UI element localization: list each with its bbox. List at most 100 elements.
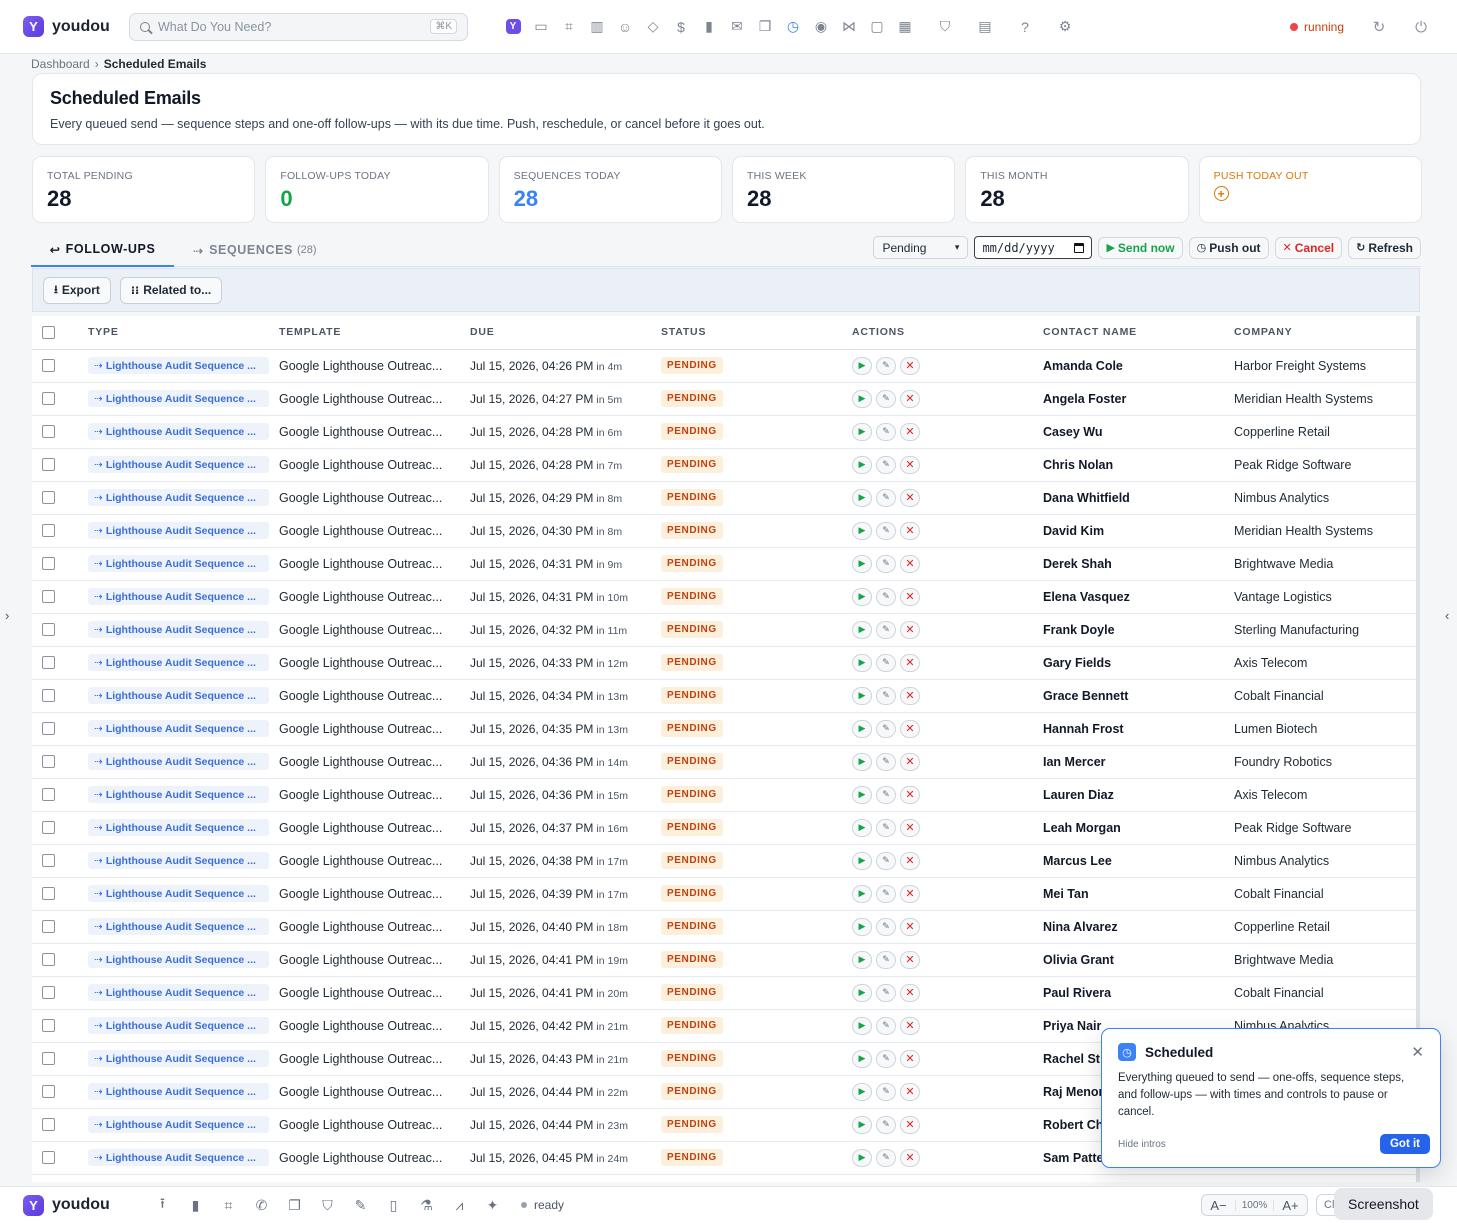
search-input[interactable]: What Do You Need? ⌘K bbox=[129, 12, 468, 41]
type-badge[interactable]: ⇢ Lighthouse Audit Sequence ... bbox=[88, 819, 269, 836]
send-now-icon[interactable]: ▶ bbox=[852, 983, 872, 1002]
edit-icon[interactable]: ✎ bbox=[876, 554, 896, 573]
edit-icon[interactable]: ✎ bbox=[876, 983, 896, 1002]
push-out-button[interactable]: ◷ Push out bbox=[1188, 236, 1269, 259]
edit-icon[interactable]: ✎ bbox=[876, 884, 896, 903]
contact-cell[interactable]: Grace Bennett bbox=[1043, 679, 1234, 713]
edit-icon[interactable]: ✎ bbox=[876, 686, 896, 705]
send-now-icon[interactable]: ▶ bbox=[852, 488, 872, 507]
contact-cell[interactable]: Mei Tan bbox=[1043, 877, 1234, 911]
edit-icon[interactable]: ✎ bbox=[876, 1148, 896, 1167]
send-now-icon[interactable]: ▶ bbox=[852, 686, 872, 705]
template-cell[interactable]: Google Lighthouse Outreac... bbox=[279, 547, 470, 581]
type-badge[interactable]: ⇢ Lighthouse Audit Sequence ... bbox=[88, 951, 269, 968]
related-to-button[interactable]: ⁝⁝ Related to... bbox=[119, 276, 223, 304]
send-now-icon[interactable]: ▶ bbox=[852, 620, 872, 639]
type-badge[interactable]: ⇢ Lighthouse Audit Sequence ... bbox=[88, 1017, 269, 1034]
zoom-out-button[interactable]: A− bbox=[1202, 1198, 1235, 1213]
type-badge[interactable]: ⇢ Lighthouse Audit Sequence ... bbox=[88, 720, 269, 737]
template-cell[interactable]: Google Lighthouse Outreac... bbox=[279, 877, 470, 911]
push-today-out-button[interactable]: PUSH TODAY OUT + bbox=[1198, 156, 1422, 223]
company-cell[interactable]: Meridian Health Systems bbox=[1234, 382, 1417, 416]
type-badge[interactable]: ⇢ Lighthouse Audit Sequence ... bbox=[88, 852, 269, 869]
help-icon[interactable]: ? bbox=[1011, 13, 1039, 41]
template-cell[interactable]: Google Lighthouse Outreac... bbox=[279, 811, 470, 845]
template-cell[interactable]: Google Lighthouse Outreac... bbox=[279, 1075, 470, 1109]
sparkle-icon[interactable]: ✦ bbox=[476, 1191, 509, 1219]
send-now-icon[interactable]: ▶ bbox=[852, 1016, 872, 1035]
contact-cell[interactable]: Derek Shah bbox=[1043, 547, 1234, 581]
table-row[interactable]: ⇢ Lighthouse Audit Sequence ... Google Lig… bbox=[32, 745, 1417, 779]
send-now-icon[interactable]: ▶ bbox=[852, 1115, 872, 1134]
edit-icon[interactable]: ✎ bbox=[876, 1016, 896, 1035]
contact-cell[interactable]: Casey Wu bbox=[1043, 415, 1234, 449]
company-cell[interactable]: Axis Telecom bbox=[1234, 778, 1417, 812]
template-cell[interactable]: Google Lighthouse Outreac... bbox=[279, 910, 470, 944]
contact-cell[interactable]: Paul Rivera bbox=[1043, 976, 1234, 1010]
clipboard-icon[interactable]: ▤ bbox=[971, 13, 999, 41]
stat-sequences-today[interactable]: SEQUENCES TODAY 28 bbox=[498, 156, 722, 223]
type-badge[interactable]: ⇢ Lighthouse Audit Sequence ... bbox=[88, 489, 269, 506]
company-cell[interactable]: Harbor Freight Systems bbox=[1234, 349, 1417, 383]
row-checkbox[interactable] bbox=[42, 887, 55, 900]
template-cell[interactable]: Google Lighthouse Outreac... bbox=[279, 1108, 470, 1142]
type-badge[interactable]: ⇢ Lighthouse Audit Sequence ... bbox=[88, 885, 269, 902]
type-badge[interactable]: ⇢ Lighthouse Audit Sequence ... bbox=[88, 654, 269, 671]
cancel-icon[interactable]: ✕ bbox=[900, 422, 920, 441]
send-now-icon[interactable]: ▶ bbox=[852, 587, 872, 606]
cancel-icon[interactable]: ✕ bbox=[900, 587, 920, 606]
contact-cell[interactable]: David Kim bbox=[1043, 514, 1234, 548]
cancel-icon[interactable]: ✕ bbox=[900, 554, 920, 573]
inbox-icon[interactable]: ▭ bbox=[527, 13, 555, 41]
apps-grid-icon[interactable]: ⌗ bbox=[555, 13, 583, 41]
send-now-icon[interactable]: ▶ bbox=[852, 455, 872, 474]
type-badge[interactable]: ⇢ Lighthouse Audit Sequence ... bbox=[88, 918, 269, 935]
send-now-icon[interactable]: ▶ bbox=[852, 884, 872, 903]
send-now-icon[interactable]: ▶ bbox=[852, 851, 872, 870]
building-icon[interactable]: ▥ bbox=[583, 13, 611, 41]
line-chart-icon[interactable]: ⩘ bbox=[443, 1191, 476, 1219]
row-checkbox[interactable] bbox=[42, 1118, 55, 1131]
contact-cell[interactable]: Ian Mercer bbox=[1043, 745, 1234, 779]
edit-icon[interactable]: ✎ bbox=[876, 1082, 896, 1101]
template-cell[interactable]: Google Lighthouse Outreac... bbox=[279, 943, 470, 977]
template-cell[interactable]: Google Lighthouse Outreac... bbox=[279, 1009, 470, 1043]
row-checkbox[interactable] bbox=[42, 821, 55, 834]
cancel-icon[interactable]: ✕ bbox=[900, 389, 920, 408]
row-checkbox[interactable] bbox=[42, 656, 55, 669]
row-checkbox[interactable] bbox=[42, 953, 55, 966]
cancel-icon[interactable]: ✕ bbox=[900, 917, 920, 936]
stat-this-week[interactable]: THIS WEEK 28 bbox=[731, 156, 956, 223]
contact-cell[interactable]: Marcus Lee bbox=[1043, 844, 1234, 878]
send-now-icon[interactable]: ▶ bbox=[852, 1148, 872, 1167]
type-badge[interactable]: ⇢ Lighthouse Audit Sequence ... bbox=[88, 621, 269, 638]
table-row[interactable]: ⇢ Lighthouse Audit Sequence ... Google Lig… bbox=[32, 481, 1417, 515]
company-cell[interactable]: Brightwave Media bbox=[1234, 943, 1417, 977]
mail-icon[interactable]: ✉ bbox=[723, 13, 751, 41]
type-badge[interactable]: ⇢ Lighthouse Audit Sequence ... bbox=[88, 1083, 269, 1100]
edit-icon[interactable]: ✎ bbox=[876, 785, 896, 804]
cancel-icon[interactable]: ✕ bbox=[900, 851, 920, 870]
type-badge[interactable]: ⇢ Lighthouse Audit Sequence ... bbox=[88, 786, 269, 803]
table-row[interactable]: ⇢ Lighthouse Audit Sequence ... Google Lig… bbox=[32, 811, 1417, 845]
table-row[interactable]: ⇢ Lighthouse Audit Sequence ... Google Lig… bbox=[32, 877, 1417, 911]
template-cell[interactable]: Google Lighthouse Outreac... bbox=[279, 382, 470, 416]
date-input[interactable]: mm/dd/yyyy bbox=[974, 236, 1093, 259]
contact-cell[interactable]: Frank Doyle bbox=[1043, 613, 1234, 647]
company-cell[interactable]: Cobalt Financial bbox=[1234, 976, 1417, 1010]
row-checkbox[interactable] bbox=[42, 458, 55, 471]
calendar-icon[interactable]: ▦ bbox=[891, 13, 919, 41]
chat-icon[interactable]: ▢ bbox=[863, 13, 891, 41]
flask-icon[interactable]: ⚗ bbox=[410, 1191, 443, 1219]
row-checkbox[interactable] bbox=[42, 689, 55, 702]
col-type[interactable]: TYPE bbox=[88, 316, 279, 350]
company-cell[interactable]: Meridian Health Systems bbox=[1234, 514, 1417, 548]
edit-icon[interactable]: ✎ bbox=[876, 356, 896, 375]
edit-icon[interactable]: ✎ bbox=[876, 422, 896, 441]
row-checkbox[interactable] bbox=[42, 1151, 55, 1164]
row-checkbox[interactable] bbox=[42, 854, 55, 867]
edit-icon[interactable]: ✎ bbox=[876, 917, 896, 936]
refresh-icon[interactable]: ↻ bbox=[1366, 14, 1392, 40]
edit-icon[interactable]: ✎ bbox=[876, 1115, 896, 1134]
company-cell[interactable]: Vantage Logistics bbox=[1234, 580, 1417, 614]
